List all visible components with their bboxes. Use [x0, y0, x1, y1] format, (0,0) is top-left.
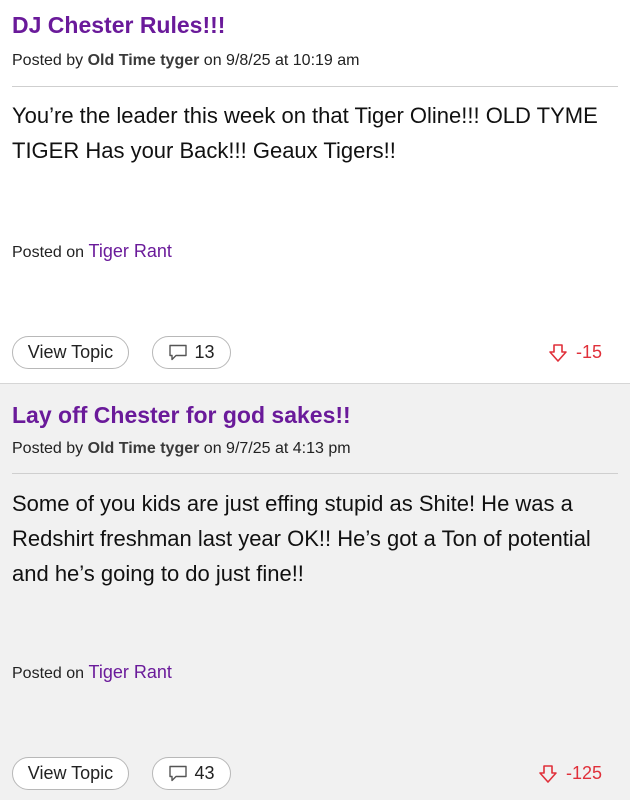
vote-count: -125: [565, 763, 602, 783]
posted-on-label: Posted on: [12, 244, 85, 261]
posted-on: Posted on Tiger Rant: [12, 240, 172, 264]
post-body: Some of you kids are just effing stupid …: [12, 491, 591, 586]
board-link[interactable]: Tiger Rant: [89, 241, 172, 261]
on-label: on: [203, 52, 222, 69]
post-title[interactable]: Lay off Chester for god sakes!!: [12, 401, 351, 429]
board-link[interactable]: Tiger Rant: [89, 662, 172, 682]
vote-score[interactable]: -125: [538, 763, 602, 784]
comment-icon: [169, 765, 188, 782]
posted-by-label: Posted by: [12, 52, 84, 69]
comment-count: 13: [194, 342, 215, 362]
on-label: on: [203, 440, 222, 457]
post-card: Lay off Chester for god sakes!! Posted b…: [0, 383, 630, 800]
comments-button[interactable]: 43: [152, 757, 231, 790]
post-meta: Posted by Old Time tyger on 9/7/25 at 4:…: [12, 439, 351, 459]
posted-on-label: Posted on: [12, 665, 85, 682]
vote-count: -15: [575, 342, 602, 362]
thumbs-down-icon: [549, 343, 567, 362]
divider: [12, 473, 618, 474]
thumbs-down-icon: [539, 764, 557, 783]
post-card: DJ Chester Rules!!! Posted by Old Time t…: [0, 0, 630, 383]
post-author[interactable]: Old Time tyger: [88, 52, 200, 69]
comment-icon: [169, 344, 188, 361]
post-title[interactable]: DJ Chester Rules!!!: [12, 11, 225, 39]
vote-score[interactable]: -15: [548, 342, 602, 363]
post-meta: Posted by Old Time tyger on 9/8/25 at 10…: [12, 51, 359, 71]
view-topic-button[interactable]: View Topic: [12, 336, 129, 369]
post-author[interactable]: Old Time tyger: [88, 440, 200, 457]
comment-count: 43: [194, 763, 215, 783]
posted-on: Posted on Tiger Rant: [12, 661, 172, 685]
post-body: You’re the leader this week on that Tige…: [12, 103, 598, 163]
posted-by-label: Posted by: [12, 440, 84, 457]
post-timestamp: 9/7/25 at 4:13 pm: [226, 440, 351, 457]
comments-button[interactable]: 13: [152, 336, 231, 369]
divider: [12, 86, 618, 87]
post-timestamp: 9/8/25 at 10:19 am: [226, 52, 360, 69]
view-topic-button[interactable]: View Topic: [12, 757, 129, 790]
